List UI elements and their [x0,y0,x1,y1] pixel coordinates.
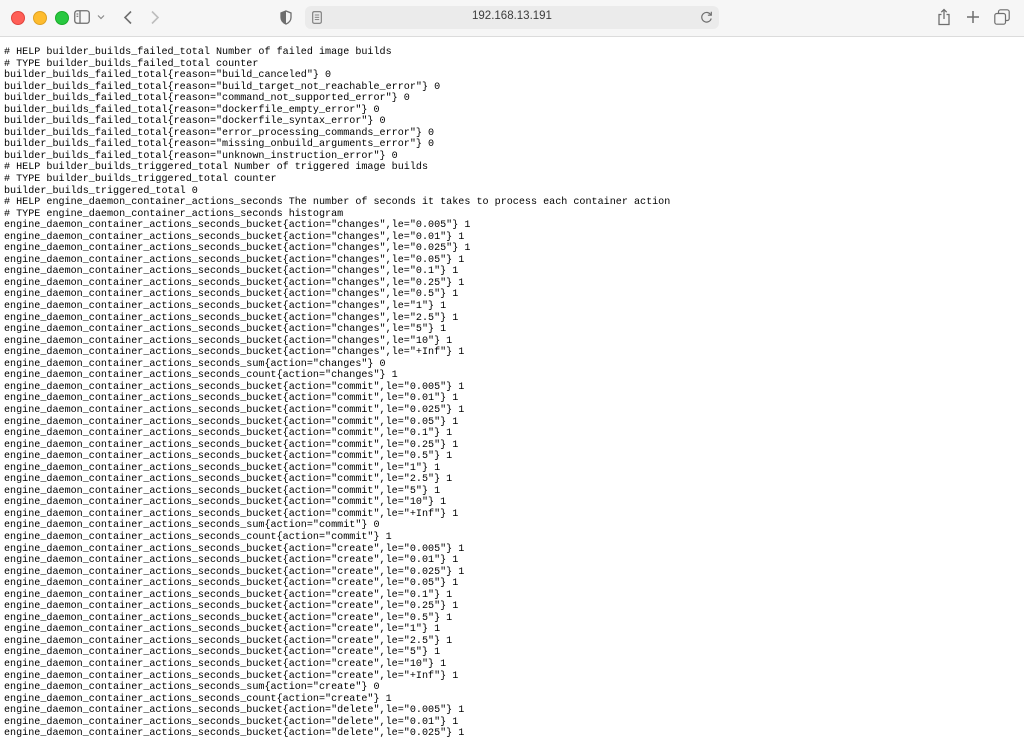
privacy-shield-button[interactable] [280,10,292,25]
metrics-line: engine_daemon_container_actions_seconds_… [4,462,441,474]
metrics-line: engine_daemon_container_actions_seconds_… [4,520,380,532]
reload-icon[interactable] [700,10,713,24]
metrics-line: engine_daemon_container_actions_seconds_… [4,370,398,382]
tab-overview-button[interactable] [994,9,1010,25]
metrics-line: engine_daemon_container_actions_seconds_… [4,531,392,543]
metrics-line: engine_daemon_container_actions_seconds_… [4,670,459,682]
metrics-line: engine_daemon_container_actions_seconds_… [4,716,459,728]
shield-icon [280,10,292,25]
metrics-line: engine_daemon_container_actions_seconds_… [4,428,453,440]
window-controls [11,11,69,25]
metrics-text-content: # HELP builder_builds_failed_total Numbe… [0,37,1024,740]
metrics-line: engine_daemon_container_actions_seconds_… [4,404,465,416]
metrics-line: builder_builds_failed_total{reason="buil… [4,70,332,82]
metrics-line: engine_daemon_container_actions_seconds_… [4,578,459,590]
metrics-line: engine_daemon_container_actions_seconds_… [4,381,465,393]
metrics-line: engine_daemon_container_actions_seconds_… [4,301,447,313]
metrics-line: engine_daemon_container_actions_seconds_… [4,601,459,613]
address-bar[interactable]: 192.168.13.191 [305,6,719,29]
metrics-line: engine_daemon_container_actions_seconds_… [4,566,465,578]
metrics-line: engine_daemon_container_actions_seconds_… [4,485,441,497]
back-button[interactable] [123,10,133,25]
metrics-line: engine_daemon_container_actions_seconds_… [4,474,453,486]
metrics-line: engine_daemon_container_actions_seconds_… [4,393,459,405]
metrics-line: engine_daemon_container_actions_seconds_… [4,347,465,359]
metrics-line: engine_daemon_container_actions_seconds_… [4,231,465,243]
metrics-line: engine_daemon_container_actions_seconds_… [4,555,459,567]
metrics-line: engine_daemon_container_actions_seconds_… [4,312,459,324]
metrics-line: engine_daemon_container_actions_seconds_… [4,243,471,255]
metrics-line: engine_daemon_container_actions_seconds_… [4,705,465,717]
sidebar-icon [74,10,90,24]
metrics-line: engine_daemon_container_actions_seconds_… [4,612,453,624]
metrics-line: builder_builds_failed_total{reason="dock… [4,116,386,128]
metrics-line: engine_daemon_container_actions_seconds_… [4,543,465,555]
metrics-line: engine_daemon_container_actions_seconds_… [4,728,465,740]
metrics-line: builder_builds_failed_total{reason="buil… [4,81,441,93]
chevron-left-icon [123,10,132,25]
share-button[interactable] [937,8,951,26]
metrics-line: engine_daemon_container_actions_seconds_… [4,682,380,694]
metrics-line: engine_daemon_container_actions_seconds_… [4,289,459,301]
metrics-line: engine_daemon_container_actions_seconds_… [4,324,447,336]
metrics-line: # TYPE builder_builds_triggered_total co… [4,174,277,186]
close-window-button[interactable] [11,11,25,25]
metrics-line: engine_daemon_container_actions_seconds_… [4,358,386,370]
metrics-line: # HELP builder_builds_triggered_total Nu… [4,162,429,174]
metrics-line: builder_builds_failed_total{reason="unkn… [4,150,398,162]
metrics-line: engine_daemon_container_actions_seconds_… [4,635,453,647]
metrics-line: builder_builds_failed_total{reason="dock… [4,104,380,116]
metrics-line: engine_daemon_container_actions_seconds_… [4,277,465,289]
metrics-line: engine_daemon_container_actions_seconds_… [4,624,441,636]
plus-icon [967,11,979,23]
metrics-line: builder_builds_failed_total{reason="miss… [4,139,435,151]
maximize-window-button[interactable] [55,11,69,25]
share-icon [938,8,950,26]
metrics-line: engine_daemon_container_actions_seconds_… [4,658,447,670]
chevron-down-icon [97,15,105,20]
metrics-line: engine_daemon_container_actions_seconds_… [4,647,441,659]
metrics-line: engine_daemon_container_actions_seconds_… [4,589,453,601]
url-text[interactable]: 192.168.13.191 [305,10,719,22]
sidebar-menu-button[interactable] [97,14,105,20]
metrics-line: builder_builds_triggered_total 0 [4,185,198,197]
metrics-line: engine_daemon_container_actions_seconds_… [4,497,447,509]
tabs-overview-icon [994,9,1010,25]
metrics-line: engine_daemon_container_actions_seconds_… [4,693,392,705]
metrics-line: engine_daemon_container_actions_seconds_… [4,439,459,451]
metrics-line: engine_daemon_container_actions_seconds_… [4,220,471,232]
browser-toolbar: 192.168.13.191 [0,0,1024,37]
chevron-right-icon [151,10,160,25]
metrics-line: # TYPE builder_builds_failed_total count… [4,58,259,70]
metrics-line: # HELP engine_daemon_container_actions_s… [4,197,671,209]
metrics-line: # HELP builder_builds_failed_total Numbe… [4,47,392,58]
metrics-line: engine_daemon_container_actions_seconds_… [4,335,453,347]
metrics-line: engine_daemon_container_actions_seconds_… [4,508,459,520]
metrics-line: engine_daemon_container_actions_seconds_… [4,416,459,428]
metrics-line: engine_daemon_container_actions_seconds_… [4,254,465,266]
metrics-line: engine_daemon_container_actions_seconds_… [4,451,453,463]
metrics-line: builder_builds_failed_total{reason="erro… [4,127,435,139]
metrics-line: engine_daemon_container_actions_seconds_… [4,266,459,278]
metrics-line: # TYPE engine_daemon_container_actions_s… [4,208,344,220]
sidebar-toggle-button[interactable] [74,10,90,24]
metrics-line: builder_builds_failed_total{reason="comm… [4,93,410,105]
new-tab-button[interactable] [966,10,980,24]
forward-button[interactable] [150,10,160,25]
minimize-window-button[interactable] [33,11,47,25]
